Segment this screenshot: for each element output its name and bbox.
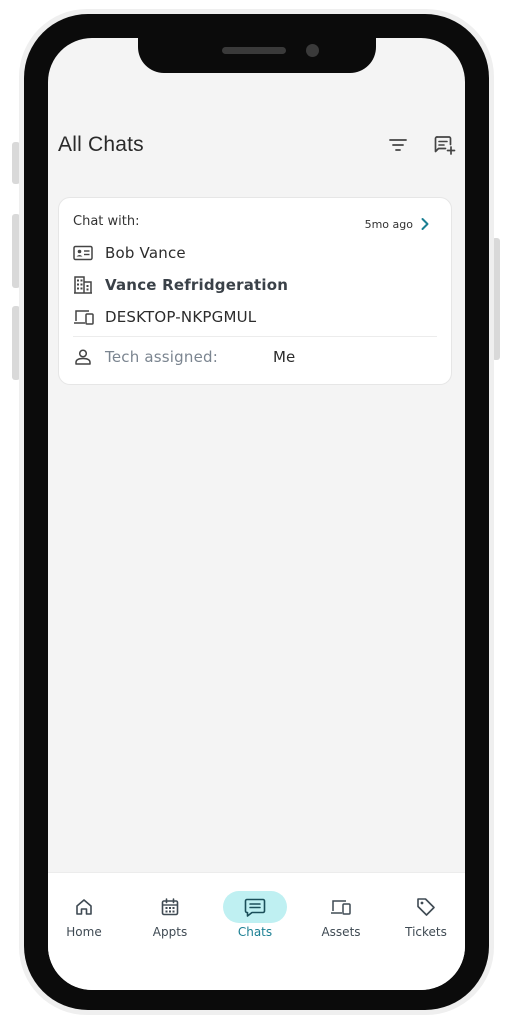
chat-time-ago: 5mo ago: [364, 218, 413, 231]
contact-row: Bob Vance: [73, 242, 186, 264]
nav-label: Tickets: [405, 925, 447, 939]
new-chat-icon: [434, 136, 456, 155]
nav-pill-active: [223, 891, 287, 923]
nav-item-home[interactable]: Home: [48, 891, 122, 939]
chat-with-label: Chat with:: [73, 214, 140, 229]
front-camera: [306, 44, 319, 57]
tech-assigned-value: Me: [273, 348, 296, 366]
devices-icon: [73, 306, 97, 328]
card-divider: [73, 336, 437, 337]
home-icon: [76, 899, 92, 915]
building-icon: [73, 274, 97, 296]
phone-mockup: All Chats Chat with: 5mo ago Bob Vance V…: [0, 0, 521, 1024]
tech-assigned-row: Tech assigned:: [73, 346, 218, 368]
person-icon: [73, 346, 97, 368]
new-chat-button[interactable]: [432, 132, 458, 158]
filter-button[interactable]: [385, 132, 411, 158]
tag-icon: [417, 898, 435, 916]
phone-notch: [138, 30, 376, 73]
page-title: All Chats: [58, 133, 144, 156]
device-row: DESKTOP-NKPGMUL: [73, 306, 256, 328]
chat-card[interactable]: Chat with: 5mo ago Bob Vance Vance Refri…: [58, 197, 452, 385]
nav-pill: [52, 891, 116, 923]
chevron-right-icon[interactable]: [419, 217, 431, 231]
nav-label: Appts: [152, 925, 188, 939]
contact-name: Bob Vance: [105, 244, 186, 262]
device-name: DESKTOP-NKPGMUL: [105, 308, 257, 326]
company-row: Vance Refridgeration: [73, 274, 288, 296]
nav-label: Assets: [321, 925, 361, 939]
calendar-icon: [161, 898, 179, 916]
filter-icon: [389, 139, 407, 151]
contact-card-icon: [73, 242, 97, 264]
app-screen: All Chats Chat with: 5mo ago Bob Vance V…: [48, 38, 465, 990]
nav-pill: [394, 891, 458, 923]
speaker-grille: [222, 47, 286, 54]
nav-item-appts[interactable]: Appts: [132, 891, 208, 939]
nav-label: Chats: [237, 925, 273, 939]
tech-assigned-label: Tech assigned:: [105, 348, 218, 366]
company-name: Vance Refridgeration: [105, 276, 289, 294]
bottom-nav: Home Appts Chats Assets Tickets: [48, 872, 465, 990]
nav-item-tickets[interactable]: Tickets: [388, 891, 464, 939]
chat-icon: [244, 898, 266, 917]
nav-label: Home: [66, 925, 102, 939]
devices-icon: [331, 900, 351, 915]
nav-pill: [309, 891, 373, 923]
nav-item-assets[interactable]: Assets: [303, 891, 379, 939]
nav-pill: [138, 891, 202, 923]
nav-item-chats[interactable]: Chats: [217, 891, 293, 939]
